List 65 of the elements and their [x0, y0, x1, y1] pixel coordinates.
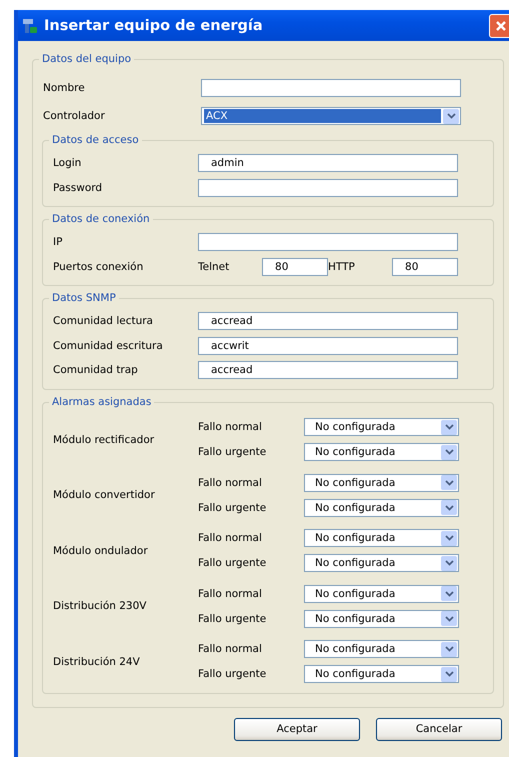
- fault-label: Fallo urgente: [198, 612, 268, 624]
- field-label: Password: [53, 182, 104, 194]
- dropdown[interactable]: ACX: [201, 107, 461, 125]
- group-title: Alarmas asignadas: [49, 394, 154, 408]
- field-label: IP: [53, 236, 64, 248]
- chevron-down-icon: [444, 424, 454, 430]
- group-title: Datos del equipo: [39, 52, 134, 66]
- field-label: Login: [53, 157, 82, 170]
- port-label: Telnet: [198, 260, 230, 273]
- chevron-down-icon: [444, 646, 454, 652]
- chevron-down-icon: [444, 480, 454, 486]
- fault-label: Fallo normal: [198, 588, 263, 600]
- chevron-down-icon: [444, 504, 454, 510]
- chevron-down-icon: [444, 449, 454, 455]
- dialog-button[interactable]: Cancelar: [376, 718, 502, 740]
- dropdown[interactable]: No configurada: [304, 584, 459, 602]
- chevron-down-icon: [444, 616, 454, 622]
- fault-label: Fallo urgente: [198, 446, 268, 458]
- fault-label: Fallo urgente: [198, 668, 268, 680]
- module-label: Distribución 24V: [53, 656, 141, 668]
- chevron-down-icon: [444, 590, 454, 596]
- text-field[interactable]: [198, 233, 458, 252]
- text-field[interactable]: accwrit: [198, 336, 458, 355]
- module-label: Módulo convertidor: [53, 489, 156, 501]
- fault-label: Fallo normal: [198, 532, 263, 544]
- dropdown[interactable]: No configurada: [304, 474, 459, 492]
- dropdown[interactable]: No configurada: [304, 529, 459, 547]
- close-button[interactable]: [489, 14, 509, 38]
- dialog-button[interactable]: Aceptar: [234, 718, 360, 740]
- port-label: HTTP: [328, 260, 356, 273]
- chevron-down-icon: [444, 560, 454, 566]
- fault-label: Fallo urgente: [198, 557, 268, 569]
- module-label: Módulo rectificador: [53, 434, 156, 446]
- fault-label: Fallo normal: [198, 643, 263, 655]
- module-label: Distribución 230V: [53, 600, 148, 612]
- module-label: Módulo ondulador: [53, 544, 149, 556]
- dropdown[interactable]: No configurada: [304, 418, 459, 436]
- chevron-down-icon: [444, 535, 454, 541]
- fault-label: Fallo normal: [198, 476, 263, 488]
- window-title: Insertar equipo de energía: [44, 18, 264, 34]
- field-label: Puertos conexión: [53, 260, 144, 273]
- field-label: Comunidad trap: [53, 364, 139, 376]
- text-field[interactable]: [201, 79, 461, 97]
- field-label: Comunidad escritura: [53, 340, 164, 352]
- dropdown[interactable]: No configurada: [304, 443, 459, 461]
- text-field[interactable]: 80: [392, 258, 458, 276]
- field-label: Controlador: [43, 110, 106, 122]
- chevron-down-icon: [444, 671, 454, 677]
- dropdown[interactable]: No configurada: [304, 554, 459, 572]
- dropdown[interactable]: No configurada: [304, 665, 459, 683]
- dropdown[interactable]: No configurada: [304, 610, 459, 628]
- text-field[interactable]: accread: [198, 361, 458, 380]
- dropdown[interactable]: No configurada: [304, 640, 459, 658]
- text-field[interactable]: accread: [198, 312, 458, 330]
- close-icon: [495, 20, 507, 32]
- fault-label: Fallo urgente: [198, 502, 268, 514]
- text-field[interactable]: [198, 178, 458, 197]
- text-field[interactable]: admin: [198, 154, 458, 172]
- fault-label: Fallo normal: [198, 421, 263, 433]
- server-icon: [22, 18, 38, 34]
- chevron-down-icon: [446, 113, 456, 119]
- text-field[interactable]: 80: [262, 258, 328, 276]
- field-label: Comunidad lectura: [53, 315, 154, 328]
- field-label: Nombre: [43, 82, 86, 94]
- dropdown[interactable]: No configurada: [304, 498, 459, 516]
